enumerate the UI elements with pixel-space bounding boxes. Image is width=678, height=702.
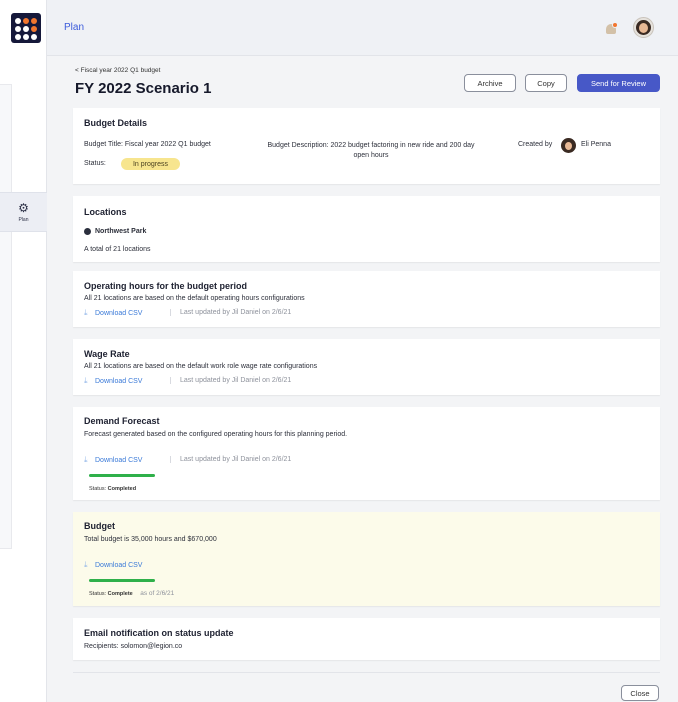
notification-dot	[612, 22, 618, 28]
status-label: Status:	[89, 486, 107, 492]
download-icon: ⤓	[84, 455, 88, 464]
download-csv-link[interactable]: ⤓ Download CSV	[84, 377, 142, 385]
card-title: Wage Rate	[84, 349, 130, 359]
download-label: Download CSV	[95, 377, 143, 385]
locations-card: Locations Northwest Park A total of 21 l…	[73, 196, 660, 262]
card-title: Operating hours for the budget period	[84, 281, 247, 291]
progress-bar	[89, 579, 155, 582]
breadcrumb[interactable]: < Fiscal year 2022 Q1 budget	[75, 67, 160, 74]
card-title: Demand Forecast	[84, 416, 160, 426]
as-of-date: as of 2/6/21	[140, 590, 175, 597]
plan-gear-icon: ⚙	[18, 200, 29, 215]
sidebar-item-label: Plan	[18, 216, 29, 223]
status-label: Status:	[84, 160, 106, 167]
send-for-review-button[interactable]: Send for Review	[577, 74, 660, 92]
card-title: Budget Details	[84, 118, 148, 128]
last-updated-text: Last updated by Jil Daniel on 2/6/21	[170, 456, 291, 463]
download-label: Download CSV	[95, 561, 143, 569]
budget-description-text: Budget Description: 2022 budget factorin…	[267, 142, 475, 159]
operating-hours-desc: All 21 locations are based on the defaul…	[84, 295, 305, 302]
status-line: Status: Complete as of 2/6/21	[89, 590, 174, 597]
archive-button[interactable]: Archive	[464, 74, 516, 92]
created-by-label: Created by	[518, 141, 553, 148]
download-icon: ⤓	[84, 560, 88, 569]
email-notification-card: Email notification on status update Reci…	[73, 618, 660, 660]
status-label: Status:	[89, 591, 107, 597]
download-label: Download CSV	[95, 456, 143, 464]
top-bar: Plan	[47, 0, 678, 56]
copy-button[interactable]: Copy	[525, 74, 567, 92]
locations-total: A total of 21 locations	[84, 246, 151, 253]
location-pin-icon	[84, 228, 91, 235]
rail-band	[0, 84, 12, 549]
close-button[interactable]: Close	[621, 685, 659, 701]
card-title: Locations	[84, 207, 127, 217]
budget-details-card: Budget Details Budget Title: Fiscal year…	[73, 108, 660, 184]
sidebar-item-plan[interactable]: ⚙ Plan	[0, 192, 47, 232]
last-updated-text: Last updated by Jil Daniel on 2/6/21	[170, 309, 291, 316]
status-value: Completed	[107, 486, 137, 492]
download-icon: ⤓	[84, 308, 88, 317]
wage-rate-desc: All 21 locations are based on the defaul…	[84, 363, 318, 370]
demand-forecast-card: Demand Forecast Forecast generated based…	[73, 407, 660, 500]
budget-card: Budget Total budget is 35,000 hours and …	[73, 512, 660, 606]
operating-hours-card: Operating hours for the budget period Al…	[73, 271, 660, 327]
status-line: Status: Completed	[89, 486, 136, 492]
page-title: FY 2022 Scenario 1	[75, 80, 212, 97]
budget-desc: Total budget is 35,000 hours and $670,00…	[84, 536, 217, 543]
creator-name: Eli Penna	[581, 141, 611, 148]
recipients-text: Recipients: solomon@legion.co	[84, 643, 183, 650]
status-badge: In progress	[121, 158, 180, 170]
download-icon: ⤓	[84, 376, 88, 385]
download-csv-link[interactable]: ⤓ Download CSV	[84, 456, 142, 464]
demand-forecast-desc: Forecast generated based on the configur…	[84, 431, 348, 438]
left-rail: ⚙ Plan	[0, 0, 47, 702]
bell-icon[interactable]	[605, 22, 618, 36]
card-title: Email notification on status update	[84, 628, 234, 638]
download-csv-link[interactable]: ⤓ Download CSV	[84, 561, 142, 569]
creator-avatar	[561, 138, 576, 153]
status-value: Complete	[107, 591, 133, 597]
progress-bar	[89, 474, 155, 477]
app-grid-icon[interactable]	[11, 13, 41, 43]
card-title: Budget	[84, 521, 115, 531]
footer-divider	[73, 672, 660, 673]
app-title: Plan	[64, 22, 85, 33]
user-avatar[interactable]	[633, 17, 654, 38]
location-name[interactable]: Northwest Park	[95, 228, 146, 235]
wage-rate-card: Wage Rate All 21 locations are based on …	[73, 339, 660, 395]
last-updated-text: Last updated by Jil Daniel on 2/6/21	[170, 377, 291, 384]
download-csv-link[interactable]: ⤓ Download CSV	[84, 309, 142, 317]
budget-title-text: Budget Title: Fiscal year 2022 Q1 budget	[84, 141, 211, 148]
download-label: Download CSV	[95, 309, 143, 317]
